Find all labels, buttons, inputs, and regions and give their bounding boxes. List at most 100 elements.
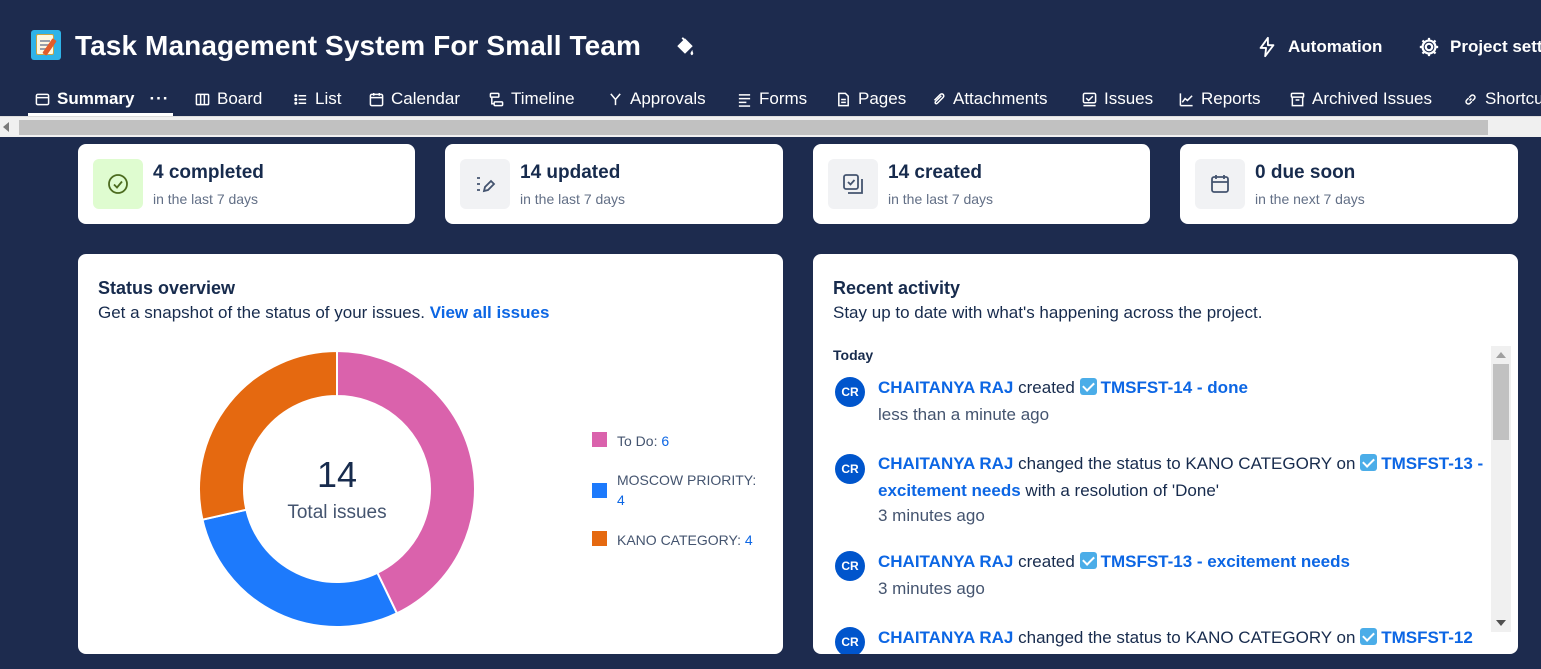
- project-tabs: Summary ··· Board List Calendar Timeline…: [0, 82, 1541, 116]
- activity-user-link[interactable]: CHAITANYA RAJ: [878, 628, 1013, 647]
- tab-board[interactable]: Board: [195, 82, 262, 116]
- legend-item-todo[interactable]: To Do: 6: [592, 431, 757, 451]
- recent-activity-panel: Recent activity Stay up to date with wha…: [813, 254, 1518, 654]
- activity-scrollbar[interactable]: [1491, 346, 1511, 632]
- avatar[interactable]: CR: [835, 627, 865, 654]
- calendar-icon: [369, 92, 384, 106]
- stat-completed-period: in the last 7 days: [153, 191, 259, 207]
- avatar[interactable]: CR: [835, 377, 865, 407]
- automation-label: Automation: [1288, 37, 1383, 56]
- gear-icon: [1419, 37, 1439, 57]
- edit-list-icon: [460, 159, 510, 209]
- tab-timeline[interactable]: Timeline: [489, 82, 575, 116]
- project-settings-button[interactable]: Project sett: [1418, 34, 1541, 60]
- legend-count-moscow-priority[interactable]: 4: [617, 492, 625, 508]
- activity-text: CHAITANYA RAJ changed the status to KANO…: [878, 451, 1488, 528]
- stat-card-updated[interactable]: 14 updated in the last 7 days: [445, 144, 783, 224]
- activity-text: CHAITANYA RAJ created TMSFST-13 - excite…: [878, 548, 1488, 602]
- stat-card-due-soon[interactable]: 0 due soon in the next 7 days: [1180, 144, 1518, 224]
- check-circle-icon: [93, 159, 143, 209]
- legend-swatch-todo: [592, 432, 607, 447]
- horizontal-scrollbar-thumb[interactable]: [19, 120, 1488, 135]
- list-icon: [294, 93, 307, 105]
- tab-summary[interactable]: Summary ···: [35, 82, 169, 116]
- donut-slice-moscow-priority[interactable]: [201, 508, 399, 628]
- legend-count-kano-category[interactable]: 4: [745, 532, 753, 548]
- tab-pages[interactable]: Pages: [836, 82, 906, 116]
- approvals-icon: [610, 92, 621, 105]
- project-header: Task Management System For Small Team Au…: [0, 0, 1541, 82]
- legend-label-todo: To Do:: [617, 433, 658, 449]
- activity-user-link[interactable]: CHAITANYA RAJ: [878, 454, 1013, 473]
- scroll-down-arrow-icon[interactable]: [1496, 620, 1506, 626]
- tab-attachments[interactable]: Attachments: [931, 82, 1048, 116]
- project-settings-label: Project sett: [1450, 37, 1541, 56]
- activity-action: changed the status to KANO CATEGORY on: [1018, 454, 1356, 473]
- timeline-icon: [489, 92, 504, 106]
- tab-approvals-label: Approvals: [630, 89, 706, 108]
- tab-calendar[interactable]: Calendar: [369, 82, 460, 116]
- stat-completed-value: 4 completed: [153, 162, 264, 183]
- activity-text: CHAITANYA RAJ created TMSFST-14 - done l…: [878, 374, 1488, 428]
- legend-text-moscow-priority: MOSCOW PRIORITY: 4: [617, 470, 757, 510]
- activity-issue-link[interactable]: TMSFST-14 - done: [1101, 378, 1248, 397]
- tab-calendar-label: Calendar: [391, 89, 460, 108]
- tab-list[interactable]: List: [293, 82, 341, 116]
- task-checkbox-icon: [1079, 378, 1097, 395]
- tab-approvals[interactable]: Approvals: [608, 82, 706, 116]
- tab-reports[interactable]: Reports: [1179, 82, 1261, 116]
- activity-action: changed the status to KANO CATEGORY on: [1018, 628, 1356, 647]
- legend-item-moscow-priority[interactable]: MOSCOW PRIORITY: 4: [592, 470, 757, 510]
- tab-archived-issues[interactable]: Archived Issues: [1290, 82, 1432, 116]
- legend-label-kano-category: KANO CATEGORY:: [617, 532, 741, 548]
- activity-issue-link[interactable]: TMSFST-12: [1381, 628, 1473, 647]
- status-overview-description-text: Get a snapshot of the status of your iss…: [98, 303, 425, 322]
- project-notepad-icon[interactable]: [31, 30, 61, 60]
- activity-user-link[interactable]: CHAITANYA RAJ: [878, 552, 1013, 571]
- avatar[interactable]: CR: [835, 551, 865, 581]
- stat-card-completed[interactable]: 4 completed in the last 7 days: [78, 144, 415, 224]
- status-overview-panel: Status overview Get a snapshot of the st…: [78, 254, 783, 654]
- activity-user-link[interactable]: CHAITANYA RAJ: [878, 378, 1013, 397]
- activity-item: CR CHAITANYA RAJ created TMSFST-13 - exc…: [833, 548, 1483, 608]
- tab-forms[interactable]: Forms: [737, 82, 807, 116]
- issues-icon: [1082, 92, 1097, 106]
- stat-updated-value: 14 updated: [520, 162, 621, 183]
- stat-created-value: 14 created: [888, 162, 983, 183]
- page-icon: [838, 92, 849, 106]
- legend-text-todo: To Do: 6: [617, 431, 757, 451]
- activity-scrollbar-thumb[interactable]: [1493, 364, 1509, 440]
- activity-item: CR CHAITANYA RAJ changed the status to K…: [833, 624, 1483, 654]
- activity-issue-link[interactable]: TMSFST-13 - excitement needs: [1101, 552, 1350, 571]
- status-overview-title: Status overview: [98, 278, 236, 298]
- view-all-issues-link[interactable]: View all issues: [430, 303, 550, 322]
- donut-total-label: Total issues: [287, 502, 387, 523]
- tab-shortcuts[interactable]: Shortcu: [1463, 82, 1541, 116]
- board-icon: [195, 93, 210, 105]
- legend-swatch-kano-category: [592, 531, 607, 546]
- avatar[interactable]: CR: [835, 454, 865, 484]
- activity-item: CR CHAITANYA RAJ changed the status to K…: [833, 451, 1483, 531]
- scroll-up-arrow-icon[interactable]: [1496, 352, 1506, 358]
- tab-summary-label: Summary: [57, 89, 135, 108]
- activity-time: less than a minute ago: [878, 405, 1050, 424]
- stat-card-created[interactable]: 14 created in the last 7 days: [813, 144, 1150, 224]
- legend-label-moscow-priority: MOSCOW PRIORITY:: [617, 472, 757, 488]
- activity-action: created: [1018, 378, 1075, 397]
- paint-bucket-icon[interactable]: [674, 36, 696, 58]
- scroll-left-arrow-icon[interactable]: [3, 122, 9, 132]
- tab-archived-issues-label: Archived Issues: [1312, 89, 1432, 108]
- calendar-icon: [1195, 159, 1245, 209]
- legend-swatch-moscow-priority: [592, 483, 607, 498]
- tab-issues[interactable]: Issues: [1082, 82, 1153, 116]
- horizontal-scrollbar[interactable]: [0, 116, 1541, 137]
- legend-item-kano-category[interactable]: KANO CATEGORY: 4: [592, 530, 757, 550]
- more-actions-icon[interactable]: ···: [149, 89, 169, 109]
- create-issue-icon: [828, 159, 878, 209]
- stat-due-soon-value: 0 due soon: [1255, 162, 1356, 183]
- activity-item: CR CHAITANYA RAJ created TMSFST-14 - don…: [833, 374, 1483, 434]
- legend-count-todo[interactable]: 6: [661, 433, 669, 449]
- automation-button[interactable]: Automation: [1256, 34, 1382, 60]
- window-icon: [35, 93, 50, 105]
- paperclip-icon: [933, 92, 945, 104]
